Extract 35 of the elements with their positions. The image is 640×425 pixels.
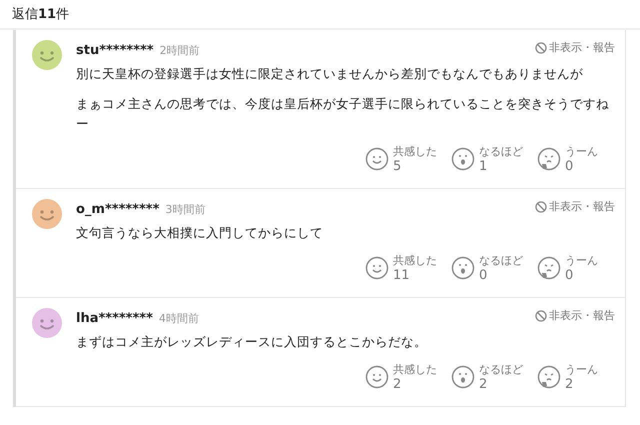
face-icon [365, 147, 389, 171]
reaction-button[interactable]: うーん 2 [537, 362, 615, 392]
ban-icon [535, 310, 547, 322]
post-time: 3時間前 [165, 202, 206, 216]
user-name[interactable]: lha******** [76, 310, 153, 326]
reaction-button[interactable]: うーん 0 [537, 253, 615, 283]
reaction-button[interactable]: なるほど 2 [451, 362, 529, 392]
face-icon [537, 147, 561, 171]
comment-text: まぁコメ主さんの思考では、今度は皇后杯が女子選手に限られていることを突きそうですねー [76, 95, 610, 133]
hide-report-link[interactable]: 非表示・報告 [535, 308, 615, 323]
user-name[interactable]: o_m******** [76, 202, 160, 216]
user-name[interactable]: stu******** [76, 42, 154, 58]
comment-text: 別に天皇杯の登録選手は女性に限定されていませんから差別でもなんでもありませんが [76, 65, 584, 83]
face-icon [451, 365, 475, 389]
reaction-button[interactable]: なるほど 0 [451, 253, 529, 283]
hide-report-link[interactable]: 非表示・報告 [535, 40, 615, 55]
reaction-button[interactable]: 共感した 11 [365, 253, 443, 283]
face-icon [451, 147, 475, 171]
ban-icon [535, 200, 547, 212]
hide-report-link[interactable]: 非表示・報告 [535, 199, 615, 214]
comment-text: 文句言うなら大相撲に入門してからにして [76, 224, 324, 242]
reply-count: 返信11件 [12, 6, 70, 23]
reaction-button[interactable]: 共感した 2 [365, 362, 443, 392]
reaction-button[interactable]: うーん 0 [537, 144, 615, 174]
post-time: 2時間前 [160, 42, 200, 58]
post-time: 4時間前 [158, 310, 199, 326]
face-icon [537, 256, 561, 280]
face-icon [451, 256, 475, 280]
comment-text: まずはコメ主がレッズレディースに入団するとこからだな。 [76, 333, 428, 351]
reaction-button[interactable]: なるほど 1 [451, 144, 529, 174]
ban-icon [535, 42, 547, 54]
reaction-button[interactable]: 共感した 5 [365, 144, 443, 174]
face-icon [365, 365, 389, 389]
face-icon [365, 256, 389, 280]
face-icon [537, 365, 561, 389]
